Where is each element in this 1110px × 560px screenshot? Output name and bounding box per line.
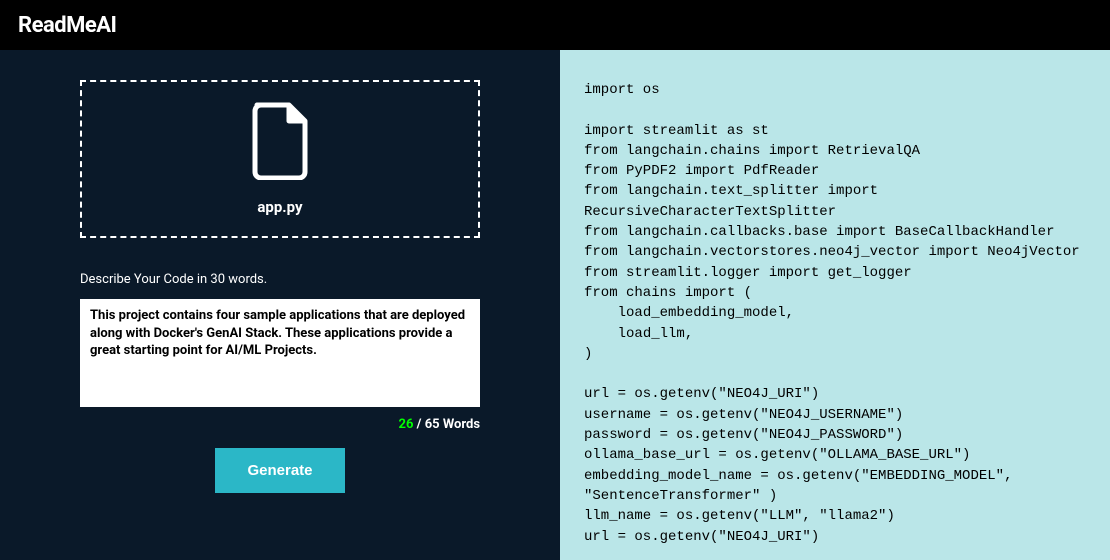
word-count-current: 26 xyxy=(398,417,413,432)
file-icon xyxy=(249,102,311,184)
file-dropzone[interactable]: app.py xyxy=(80,80,480,238)
app-header: ReadMeAI xyxy=(0,0,1110,50)
uploaded-filename: app.py xyxy=(257,198,302,216)
code-view: import os import streamlit as st from la… xyxy=(584,80,1086,560)
generate-button[interactable]: Generate xyxy=(215,448,344,493)
word-counter: 26 / 65 Words xyxy=(80,417,480,432)
description-input[interactable] xyxy=(80,299,480,407)
generate-row: Generate xyxy=(80,448,480,493)
code-panel: import os import streamlit as st from la… xyxy=(560,50,1110,560)
left-panel: app.py Describe Your Code in 30 words. 2… xyxy=(0,50,560,560)
brand-title: ReadMeAI xyxy=(18,13,117,38)
main-content: app.py Describe Your Code in 30 words. 2… xyxy=(0,50,1110,560)
describe-label: Describe Your Code in 30 words. xyxy=(80,272,480,287)
word-count-max: / 65 Words xyxy=(413,417,480,432)
